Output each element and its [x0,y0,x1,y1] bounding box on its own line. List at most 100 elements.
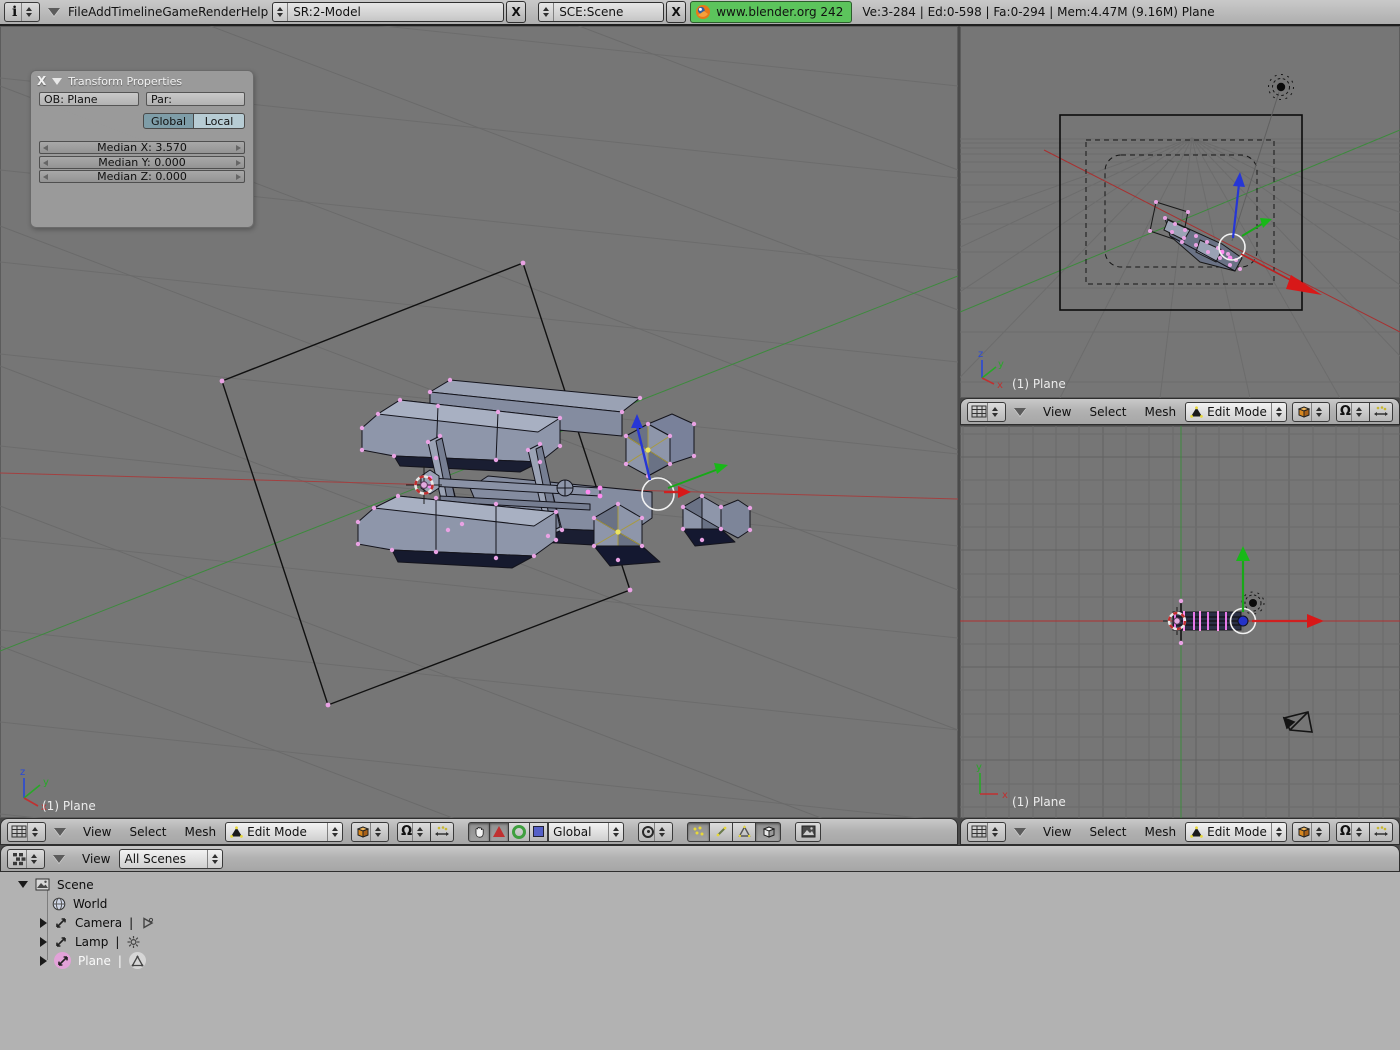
vertex-select-button[interactable] [687,822,710,842]
menu-select[interactable]: Select [1080,405,1135,419]
menu-help[interactable]: Help [241,5,268,19]
viewport-grid-icon [11,825,27,838]
edge-select-button[interactable] [710,822,733,842]
outliner-row-plane[interactable]: Plane | [40,951,146,970]
scenes-filter-dropdown[interactable]: All Scenes [119,849,223,869]
manipulator-center-button[interactable] [1370,822,1393,842]
outliner-row-camera[interactable]: Camera | [40,913,155,932]
menu-render[interactable]: Render [198,5,241,19]
manipulator-center-button[interactable] [1370,402,1393,422]
menu-select[interactable]: Select [1080,825,1135,839]
occlude-cube-icon [761,824,776,839]
screen-selector[interactable]: SR:2-Model [272,2,504,22]
mode-dropdown[interactable]: Edit Mode [225,822,343,842]
shading-dropdown[interactable] [351,822,389,842]
row-separator: | [115,935,119,949]
editor-type-button[interactable] [7,849,45,869]
expander-right-icon[interactable] [40,918,47,928]
collapse-menu-icon[interactable] [48,8,60,16]
menu-file[interactable]: File [68,5,88,19]
lamp-object[interactable] [1269,75,1294,100]
translate-manipulator-button[interactable] [490,822,509,842]
proportional-edit-dropdown[interactable] [638,822,673,842]
menu-mesh[interactable]: Mesh [1136,405,1186,419]
row-separator: | [129,916,133,930]
editmode-icon [1190,826,1203,838]
local-toggle-button[interactable]: Local [194,113,245,129]
header-collapse-icon[interactable] [1014,408,1026,416]
widget-center-icon [1373,405,1389,418]
window-type-button[interactable]: i [4,2,40,22]
widget-center-icon [434,825,450,838]
median-y-slider[interactable]: Median Y: 0.000 [39,156,245,169]
header-collapse-icon[interactable] [1014,828,1026,836]
panel-title: Transform Properties [68,75,182,88]
median-z-slider[interactable]: Median Z: 0.000 [39,170,245,183]
outliner-row-lamp[interactable]: Lamp | [40,932,141,951]
header-collapse-icon[interactable] [54,828,66,836]
face-select-button[interactable] [733,822,756,842]
vertex-select-icon [692,825,705,838]
close-panel-icon[interactable]: X [37,74,46,88]
shading-dropdown[interactable] [1292,822,1330,842]
menu-select[interactable]: Select [120,825,175,839]
viewport-top[interactable]: y x (1) Plane [960,426,1400,818]
panel-header[interactable]: X Transform Properties [31,71,253,91]
editor-type-button[interactable] [967,822,1006,842]
menu-add[interactable]: Add [88,5,111,19]
blender-logo-icon [695,4,711,20]
widget-center-icon [1373,825,1389,838]
render-preview-button[interactable] [795,822,821,842]
camera-object[interactable] [1284,712,1312,732]
viewport-camera[interactable]: z y x (1) Plane [960,26,1400,398]
outliner-row-scene[interactable]: Scene [18,875,94,894]
menu-mesh[interactable]: Mesh [1136,825,1186,839]
expander-down-icon[interactable] [18,881,28,888]
parent-field[interactable]: Par: [146,92,245,106]
scene-selector[interactable]: SCE:Scene [538,2,664,22]
global-toggle-button[interactable]: Global [143,113,194,129]
editor-type-button[interactable] [967,402,1006,422]
selected-object-badge [54,952,71,969]
translate-gizmo[interactable] [1231,546,1325,634]
mesh-icon [131,955,144,967]
svg-text:y: y [998,359,1004,370]
menu-view[interactable]: View [74,825,120,839]
expander-right-icon[interactable] [40,937,47,947]
viewport-canvas-top[interactable]: y x (1) Plane [960,426,1400,818]
rotate-manipulator-button[interactable] [509,822,530,842]
screen-close-button[interactable]: X [506,1,526,23]
occlude-geometry-button[interactable] [756,822,781,842]
pivot-dropdown[interactable]: Ω [1336,402,1370,422]
svg-text:z: z [20,767,25,778]
orientation-dropdown[interactable]: Global [548,822,624,842]
menu-view[interactable]: View [1034,825,1080,839]
mode-dropdown[interactable]: Edit Mode [1185,822,1287,842]
scene-close-button[interactable]: X [666,1,686,23]
scale-manipulator-button[interactable] [530,822,548,842]
outliner-row-world[interactable]: World [52,894,107,913]
mode-dropdown[interactable]: Edit Mode [1185,402,1287,422]
menu-view[interactable]: View [1034,405,1080,419]
median-x-slider[interactable]: Median X: 3.570 [39,141,245,154]
object-name-field[interactable]: OB: Plane [39,92,139,106]
manipulator-center-button[interactable] [431,822,454,842]
expander-right-icon[interactable] [40,956,47,966]
collapse-panel-icon[interactable] [52,78,62,85]
pivot-icon: Ω [401,824,412,839]
render-preview-icon [801,825,816,838]
viewport-canvas-camera[interactable]: z y x (1) Plane [960,26,1400,398]
menu-timeline[interactable]: Timeline [111,5,162,19]
lamp-object[interactable] [1242,592,1264,614]
menu-game[interactable]: Game [162,5,198,19]
shading-cube-icon [1296,824,1311,839]
editor-type-button[interactable] [7,822,46,842]
menu-view[interactable]: View [73,852,119,866]
menu-mesh[interactable]: Mesh [176,825,226,839]
pivot-dropdown[interactable]: Ω [1336,822,1370,842]
pivot-dropdown[interactable]: Ω [397,822,431,842]
header-collapse-icon[interactable] [53,855,65,863]
object-icon [54,916,68,930]
shading-dropdown[interactable] [1292,402,1330,422]
manipulator-toggle-button[interactable] [468,822,490,842]
